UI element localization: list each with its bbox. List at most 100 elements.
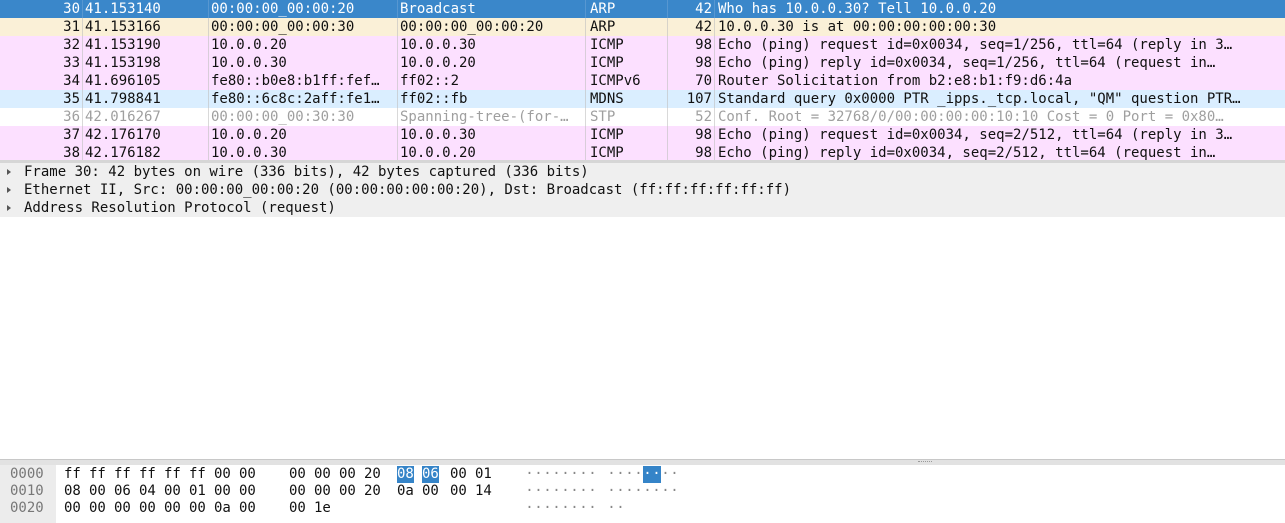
hex-byte[interactable]: ff xyxy=(139,466,156,483)
ascii-char[interactable]: · xyxy=(534,500,543,517)
ascii-char[interactable]: · xyxy=(552,466,561,483)
ascii-char[interactable]: · xyxy=(661,466,670,483)
hex-byte[interactable]: 00 xyxy=(189,500,206,517)
detail-tree-item[interactable]: Address Resolution Protocol (request) xyxy=(0,199,1285,217)
hex-byte[interactable]: 0a xyxy=(214,500,231,517)
hex-byte[interactable]: 00 xyxy=(422,483,439,500)
ascii-char[interactable]: · xyxy=(616,466,625,483)
hex-byte[interactable]: 00 xyxy=(450,466,467,483)
ascii-char[interactable]: · xyxy=(534,466,543,483)
ascii-char[interactable]: · xyxy=(543,466,552,483)
hex-byte[interactable]: 00 xyxy=(239,500,256,517)
hex-byte[interactable]: 14 xyxy=(475,483,492,500)
ascii-char[interactable]: · xyxy=(588,483,597,500)
packet-row[interactable]: 30 41.153140 00:00:00_00:00:20 Broadcast ARP… xyxy=(0,0,1285,18)
packet-row[interactable]: 36 42.016267 00:00:00_00:30:30 Spanning-tre… xyxy=(0,108,1285,126)
hex-byte[interactable]: 1e xyxy=(314,500,331,517)
hex-byte[interactable]: 00 xyxy=(314,466,331,483)
ascii-char[interactable]: · xyxy=(634,466,643,483)
ascii-char[interactable]: · xyxy=(643,483,652,500)
ascii-char[interactable]: · xyxy=(661,483,670,500)
hex-byte[interactable]: 00 xyxy=(289,500,306,517)
ascii-char[interactable]: · xyxy=(561,500,570,517)
hex-byte[interactable]: 00 xyxy=(314,483,331,500)
packet-details-pane[interactable]: Frame 30: 42 bytes on wire (336 bits), 4… xyxy=(0,163,1285,460)
hex-byte[interactable]: 00 xyxy=(164,483,181,500)
ascii-char[interactable]: · xyxy=(579,466,588,483)
hex-byte[interactable]: ff xyxy=(64,466,81,483)
ascii-char[interactable]: · xyxy=(634,483,643,500)
ascii-char[interactable]: · xyxy=(570,500,579,517)
hex-byte[interactable]: 00 xyxy=(114,500,131,517)
hex-byte[interactable]: 00 xyxy=(214,466,231,483)
ascii-char[interactable]: · xyxy=(579,483,588,500)
hex-byte[interactable]: 20 xyxy=(364,466,381,483)
hex-byte[interactable]: 06 xyxy=(114,483,131,500)
ascii-char[interactable]: · xyxy=(525,466,534,483)
ascii-char[interactable]: · xyxy=(543,483,552,500)
hex-byte[interactable]: 20 xyxy=(364,483,381,500)
hex-byte[interactable]: 01 xyxy=(475,466,492,483)
ascii-char[interactable]: · xyxy=(616,483,625,500)
hex-byte[interactable]: 00 xyxy=(339,483,356,500)
ascii-char[interactable]: · xyxy=(670,466,679,483)
ascii-char[interactable]: · xyxy=(607,483,616,500)
ascii-char[interactable]: · xyxy=(616,500,625,517)
ascii-char[interactable]: · xyxy=(588,500,597,517)
ascii-char[interactable]: · xyxy=(670,483,679,500)
packet-row[interactable]: 31 41.153166 00:00:00_00:00:30 00:00:00_00:… xyxy=(0,18,1285,36)
ascii-char[interactable]: · xyxy=(643,466,652,483)
ascii-char[interactable]: · xyxy=(552,500,561,517)
hex-byte[interactable]: 00 xyxy=(239,483,256,500)
hex-byte[interactable]: 00 xyxy=(289,483,306,500)
packet-row[interactable]: 32 41.153190 10.0.0.20 10.0.0.30 ICMP 98 Echo … xyxy=(0,36,1285,54)
ascii-char[interactable]: · xyxy=(543,500,552,517)
expand-arrow-icon[interactable] xyxy=(7,205,11,211)
ascii-char[interactable]: · xyxy=(588,466,597,483)
ascii-char[interactable]: · xyxy=(652,466,661,483)
hex-byte[interactable]: ff xyxy=(114,466,131,483)
packet-row[interactable]: 33 41.153198 10.0.0.30 10.0.0.20 ICMP 98 Echo … xyxy=(0,54,1285,72)
packet-row[interactable]: 34 41.696105 fe80::b0e8:b1ff:fef… ff02::2 IC… xyxy=(0,72,1285,90)
ascii-char[interactable]: · xyxy=(525,483,534,500)
expand-arrow-icon[interactable] xyxy=(7,187,11,193)
hex-byte[interactable]: 00 xyxy=(289,466,306,483)
hex-byte[interactable]: 00 xyxy=(164,500,181,517)
hex-byte[interactable]: ff xyxy=(89,466,106,483)
ascii-char[interactable]: · xyxy=(652,483,661,500)
packet-row[interactable]: 38 42.176182 10.0.0.30 10.0.0.20 ICMP 98 Echo … xyxy=(0,144,1285,160)
hex-byte[interactable]: ff xyxy=(189,466,206,483)
hex-byte[interactable]: 00 xyxy=(239,466,256,483)
hex-byte[interactable]: 00 xyxy=(339,466,356,483)
detail-tree-item[interactable]: Ethernet II, Src: 00:00:00_00:00:20 (00:… xyxy=(0,181,1285,199)
hex-byte[interactable]: 00 xyxy=(89,500,106,517)
hex-byte[interactable]: 00 xyxy=(214,483,231,500)
hex-byte[interactable]: 0a xyxy=(397,483,414,500)
detail-tree-item[interactable]: Frame 30: 42 bytes on wire (336 bits), 4… xyxy=(0,163,1285,181)
ascii-char[interactable]: · xyxy=(570,466,579,483)
ascii-char[interactable]: · xyxy=(561,483,570,500)
hex-byte[interactable]: 08 xyxy=(397,466,414,483)
ascii-char[interactable]: · xyxy=(570,483,579,500)
ascii-char[interactable]: · xyxy=(607,466,616,483)
packet-bytes-pane[interactable]: 0000 ff ff ff ff ff ff 00 00 00 00 00 20 08 06 00 01 · · · ·… xyxy=(0,465,1285,523)
hex-byte[interactable]: 00 xyxy=(139,500,156,517)
hex-byte[interactable]: 00 xyxy=(89,483,106,500)
hex-byte[interactable]: 01 xyxy=(189,483,206,500)
ascii-char[interactable]: · xyxy=(552,483,561,500)
ascii-char[interactable]: · xyxy=(525,500,534,517)
hex-byte[interactable]: 04 xyxy=(139,483,156,500)
ascii-char[interactable]: · xyxy=(625,466,634,483)
packet-row[interactable]: 37 42.176170 10.0.0.20 10.0.0.30 ICMP 98 Echo … xyxy=(0,126,1285,144)
ascii-char[interactable]: · xyxy=(625,483,634,500)
packet-row[interactable]: 35 41.798841 fe80::6c8c:2aff:fe1… ff02::fb M… xyxy=(0,90,1285,108)
hex-byte[interactable]: 08 xyxy=(64,483,81,500)
hex-byte[interactable]: 06 xyxy=(422,466,439,483)
hex-byte[interactable]: ff xyxy=(164,466,181,483)
ascii-char[interactable]: · xyxy=(561,466,570,483)
packet-list[interactable]: 30 41.153140 00:00:00_00:00:20 Broadcast ARP… xyxy=(0,0,1285,160)
hex-byte[interactable]: 00 xyxy=(64,500,81,517)
hex-byte[interactable]: 00 xyxy=(450,483,467,500)
ascii-char[interactable]: · xyxy=(607,500,616,517)
ascii-char[interactable]: · xyxy=(579,500,588,517)
